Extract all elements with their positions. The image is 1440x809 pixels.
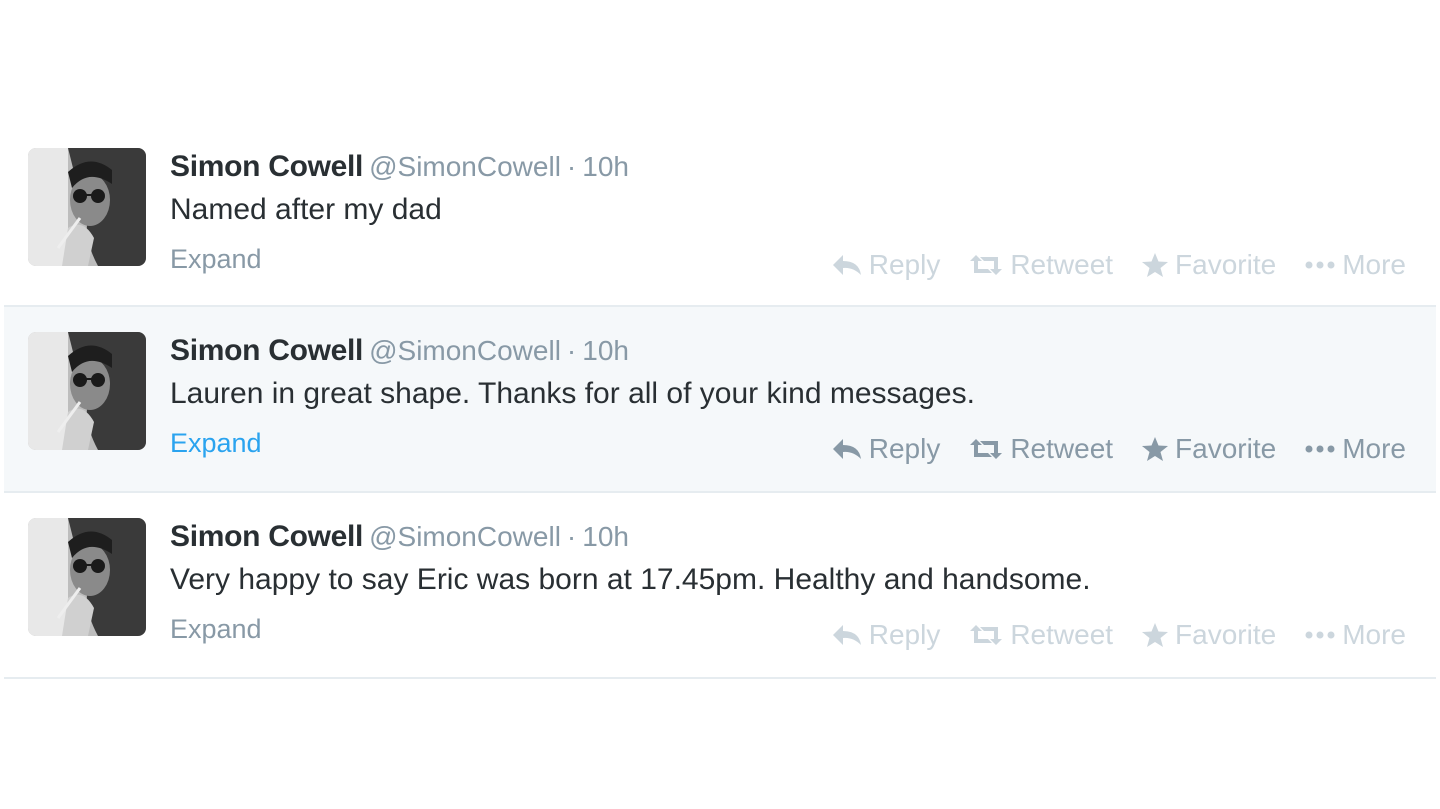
more-button[interactable]: More (1304, 431, 1406, 467)
ellipsis-icon (1305, 261, 1335, 269)
author-name[interactable]: Simon Cowell (170, 334, 363, 367)
more-label: More (1342, 433, 1406, 464)
reply-arrow-icon (832, 625, 861, 645)
avatar[interactable] (28, 148, 146, 266)
dot-separator: · (566, 335, 577, 366)
favorite-label: Favorite (1175, 249, 1277, 280)
star-icon (1142, 437, 1169, 461)
reply-button[interactable]: Reply (831, 617, 941, 653)
author-name[interactable]: Simon Cowell (170, 150, 363, 183)
tweet-actions: Reply Retweet Favorite More (803, 431, 1406, 467)
favorite-button[interactable]: Favorite (1141, 431, 1276, 467)
reply-arrow-icon (832, 439, 861, 459)
dot-separator: · (566, 521, 577, 552)
more-label: More (1342, 249, 1406, 280)
retweet-arrows-icon (970, 439, 1003, 459)
star-icon (1142, 623, 1169, 647)
avatar[interactable] (28, 518, 146, 636)
tweet-text: Named after my dad (170, 193, 442, 226)
favorite-button[interactable]: Favorite (1141, 247, 1276, 283)
more-button[interactable]: More (1304, 247, 1406, 283)
retweet-label: Retweet (1010, 619, 1114, 650)
tweet-header: Simon Cowell @SimonCowell · 10h (170, 149, 629, 190)
favorite-label: Favorite (1175, 619, 1277, 650)
expand-link[interactable]: Expand (170, 611, 262, 647)
tweet-item[interactable]: Simon Cowell @SimonCowell · 10h Very happy … (4, 493, 1436, 679)
author-name[interactable]: Simon Cowell (170, 520, 363, 553)
author-handle[interactable]: @SimonCowell (369, 335, 561, 366)
retweet-label: Retweet (1010, 249, 1114, 280)
author-handle[interactable]: @SimonCowell (369, 521, 561, 552)
ellipsis-icon (1305, 631, 1335, 639)
tweet-text: Very happy to say Eric was born at 17.45… (170, 563, 1091, 596)
retweet-arrows-icon (970, 255, 1003, 275)
expand-link[interactable]: Expand (170, 425, 262, 461)
tweet-timeline: Simon Cowell @SimonCowell · 10h Named after… (4, 123, 1436, 679)
reply-label: Reply (868, 433, 941, 464)
dot-separator: · (566, 151, 577, 182)
reply-button[interactable]: Reply (831, 247, 941, 283)
avatar[interactable] (28, 332, 146, 450)
author-handle[interactable]: @SimonCowell (369, 151, 561, 182)
tweet-actions: Reply Retweet Favorite More (803, 247, 1406, 283)
more-label: More (1342, 619, 1406, 650)
reply-button[interactable]: Reply (831, 431, 941, 467)
tweet-header: Simon Cowell @SimonCowell · 10h (170, 519, 629, 560)
tweet-item[interactable]: Simon Cowell @SimonCowell · 10h Named after… (4, 123, 1436, 307)
favorite-button[interactable]: Favorite (1141, 617, 1276, 653)
star-icon (1142, 253, 1169, 277)
tweet-actions: Reply Retweet Favorite More (803, 617, 1406, 653)
retweet-button[interactable]: Retweet (968, 617, 1113, 653)
retweet-label: Retweet (1010, 433, 1114, 464)
more-button[interactable]: More (1304, 617, 1406, 653)
retweet-button[interactable]: Retweet (968, 247, 1113, 283)
retweet-button[interactable]: Retweet (968, 431, 1113, 467)
tweet-timestamp[interactable]: 10h (582, 335, 629, 366)
tweet-text: Lauren in great shape. Thanks for all of… (170, 377, 975, 410)
reply-arrow-icon (832, 255, 861, 275)
favorite-label: Favorite (1175, 433, 1277, 464)
tweet-header: Simon Cowell @SimonCowell · 10h (170, 333, 629, 374)
expand-link[interactable]: Expand (170, 241, 262, 277)
tweet-timestamp[interactable]: 10h (582, 151, 629, 182)
reply-label: Reply (868, 619, 941, 650)
tweet-item[interactable]: Simon Cowell @SimonCowell · 10h Lauren in g… (4, 307, 1436, 493)
retweet-arrows-icon (970, 625, 1003, 645)
reply-label: Reply (868, 249, 941, 280)
tweet-timestamp[interactable]: 10h (582, 521, 629, 552)
ellipsis-icon (1305, 445, 1335, 453)
